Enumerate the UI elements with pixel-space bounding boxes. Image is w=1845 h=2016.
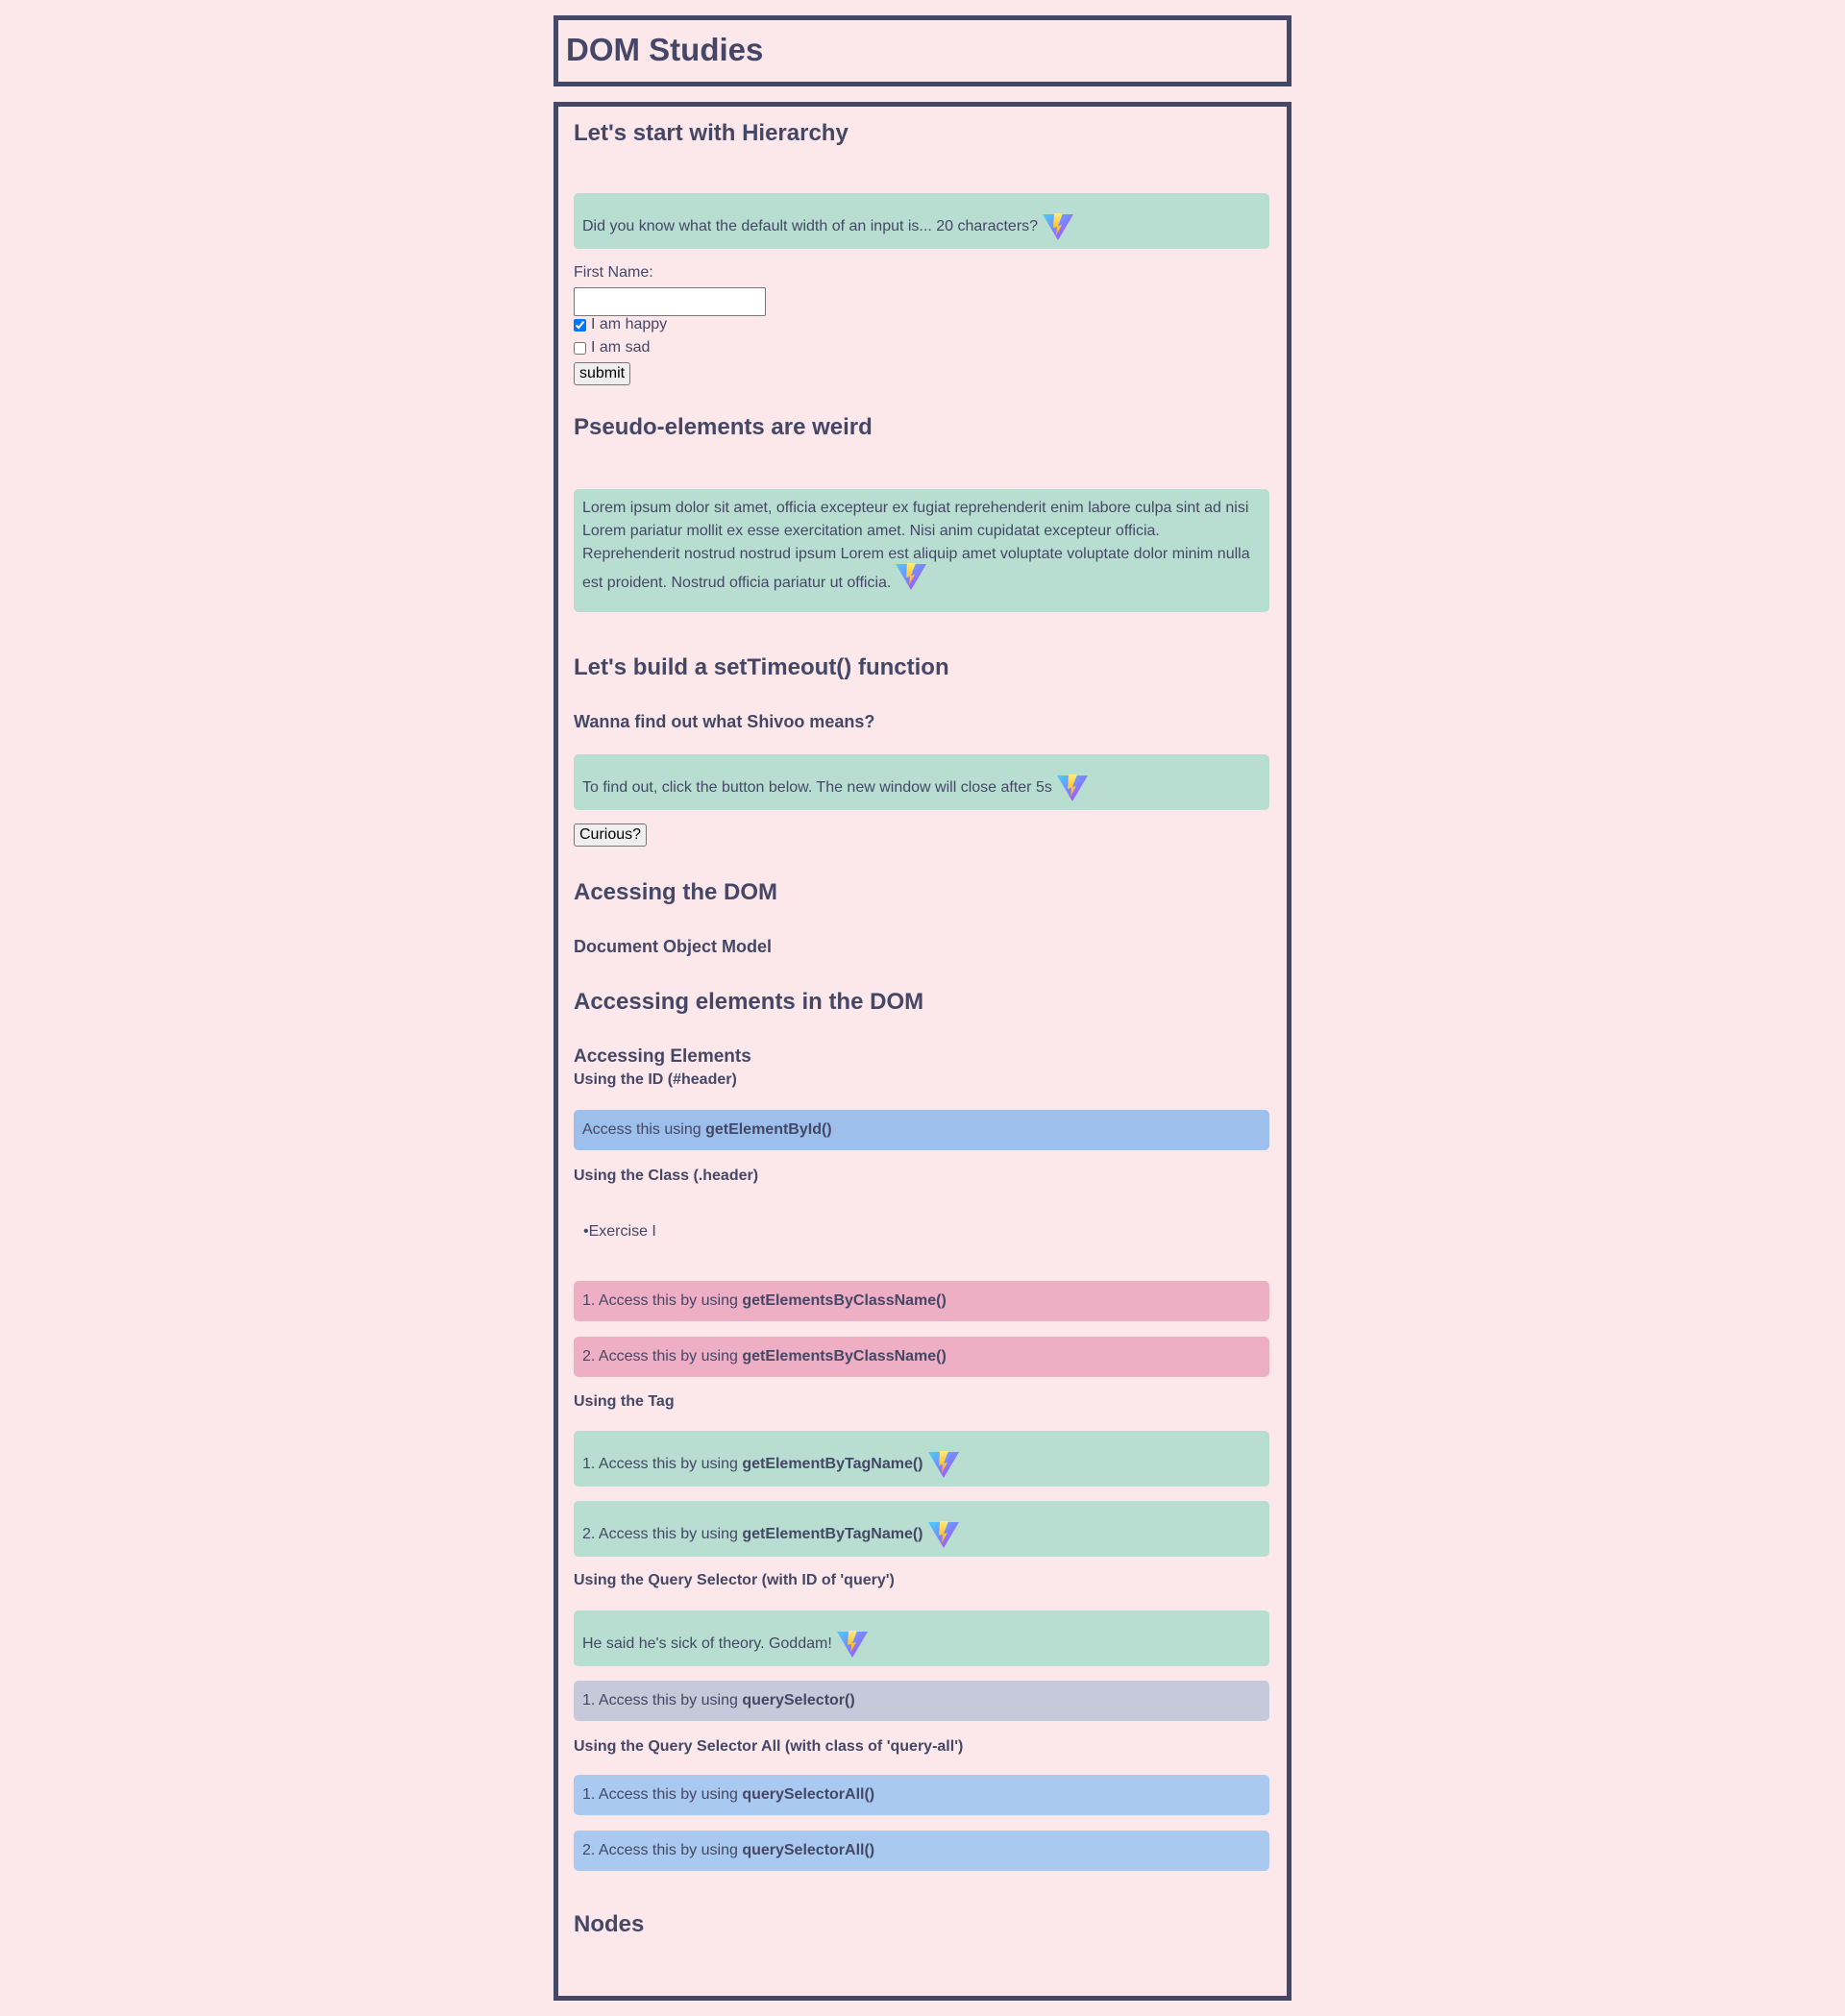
class-item-prefix: 1. Access this by using	[582, 1292, 743, 1309]
nodes-title: Nodes	[574, 1911, 645, 1937]
elements-title: Accessing elements in the DOM	[574, 989, 924, 1015]
access-subtitle: Document Object Model	[574, 937, 773, 956]
first-name-input[interactable]	[574, 287, 766, 316]
submit-button[interactable]: submit	[574, 362, 631, 385]
happy-checkbox[interactable]	[574, 318, 586, 332]
query-item-method: querySelector()	[742, 1692, 855, 1709]
id-method: getElementById()	[705, 1121, 832, 1138]
class-heading: Using the Class (.header)	[574, 1168, 759, 1184]
id-prefix: Access this using	[582, 1121, 706, 1138]
vite-logo-icon	[1056, 774, 1088, 801]
vite-logo-icon	[836, 1631, 868, 1658]
elements-subtitle: Accessing Elements	[574, 1046, 751, 1067]
pseudo-title: Pseudo-elements are weird	[574, 414, 873, 440]
class-item-method: getElementsByClassName()	[742, 1348, 947, 1364]
query-all-item-method: querySelectorAll()	[742, 1786, 875, 1803]
query-note: He said he's sick of theory. Goddam!	[574, 1610, 1269, 1666]
class-item-2: 2. Access this by using getElementsByCla…	[574, 1337, 1269, 1377]
vite-logo-icon	[1043, 213, 1074, 240]
hierarchy-title: Let's start with Hierarchy	[574, 120, 849, 146]
class-item-prefix: 2. Access this by using	[582, 1348, 743, 1364]
class-item-1: 1. Access this by using getElementsByCla…	[574, 1281, 1269, 1321]
tag-item-method: getElementByTagName()	[742, 1456, 923, 1472]
query-item: 1. Access this by using querySelector()	[574, 1681, 1269, 1721]
access-title: Acessing the DOM	[574, 879, 778, 905]
first-name-label: First Name:	[574, 264, 653, 281]
query-item-prefix: 1. Access this by using	[582, 1692, 743, 1709]
tag-item-text: 1. Access this by using getElementByTagN…	[582, 1456, 923, 1472]
tag-item-prefix: 2. Access this by using	[582, 1526, 743, 1542]
timeout-note: To find out, click the button below. The…	[574, 754, 1269, 810]
bullet-text: Exercise I	[588, 1223, 656, 1240]
page-title: DOM Studies	[566, 32, 764, 67]
query-all-item-prefix: 1. Access this by using	[582, 1786, 743, 1803]
header-box: DOM Studies	[554, 15, 1292, 86]
main-content: Let's start with Hierarchy Did you know …	[554, 102, 1292, 2001]
happy-checkbox-row[interactable]: I am happy	[574, 316, 667, 333]
query-all-item-method: querySelectorAll()	[742, 1842, 875, 1858]
tag-item-prefix: 1. Access this by using	[582, 1456, 743, 1472]
happy-label: I am happy	[591, 316, 668, 332]
bullet-item: •Exercise I	[583, 1223, 656, 1241]
id-box: Access this using getElementById()	[574, 1110, 1269, 1150]
query-all-item-1: 1. Access this by using querySelectorAll…	[574, 1775, 1269, 1815]
curious-button[interactable]: Curious?	[574, 824, 648, 847]
vite-logo-icon	[927, 1451, 959, 1478]
timeout-title: Let's build a setTimeout() function	[574, 654, 949, 680]
query-all-item-2: 2. Access this by using querySelectorAll…	[574, 1831, 1269, 1871]
vite-logo-icon	[896, 563, 927, 590]
pseudo-paragraph-box: Lorem ipsum dolor sit amet, officia exce…	[574, 489, 1269, 612]
tag-heading: Using the Tag	[574, 1393, 675, 1410]
sad-label: I am sad	[591, 339, 651, 356]
sad-checkbox-row[interactable]: I am sad	[574, 339, 650, 356]
class-item-method: getElementsByClassName()	[742, 1292, 947, 1309]
query-heading: Using the Query Selector (with ID of 'qu…	[574, 1572, 895, 1588]
id-heading: Using the ID (#header)	[574, 1071, 737, 1088]
timeout-subtitle: Wanna find out what Shivoo means?	[574, 712, 875, 731]
query-all-item-prefix: 2. Access this by using	[582, 1842, 743, 1858]
query-note-text: He said he's sick of theory. Goddam!	[582, 1635, 832, 1652]
tag-item-2: 2. Access this by using getElementByTagN…	[574, 1501, 1269, 1557]
query-all-heading: Using the Query Selector All (with class…	[574, 1738, 964, 1755]
tag-item-1: 1. Access this by using getElementByTagN…	[574, 1431, 1269, 1487]
tag-item-method: getElementByTagName()	[742, 1526, 923, 1542]
sad-checkbox[interactable]	[574, 341, 586, 355]
hierarchy-note-text: Did you know what the default width of a…	[582, 218, 1039, 234]
timeout-note-text: To find out, click the button below. The…	[582, 779, 1052, 796]
hierarchy-note: Did you know what the default width of a…	[574, 193, 1269, 249]
vite-logo-icon	[927, 1521, 959, 1548]
tag-item-text: 2. Access this by using getElementByTagN…	[582, 1526, 923, 1542]
